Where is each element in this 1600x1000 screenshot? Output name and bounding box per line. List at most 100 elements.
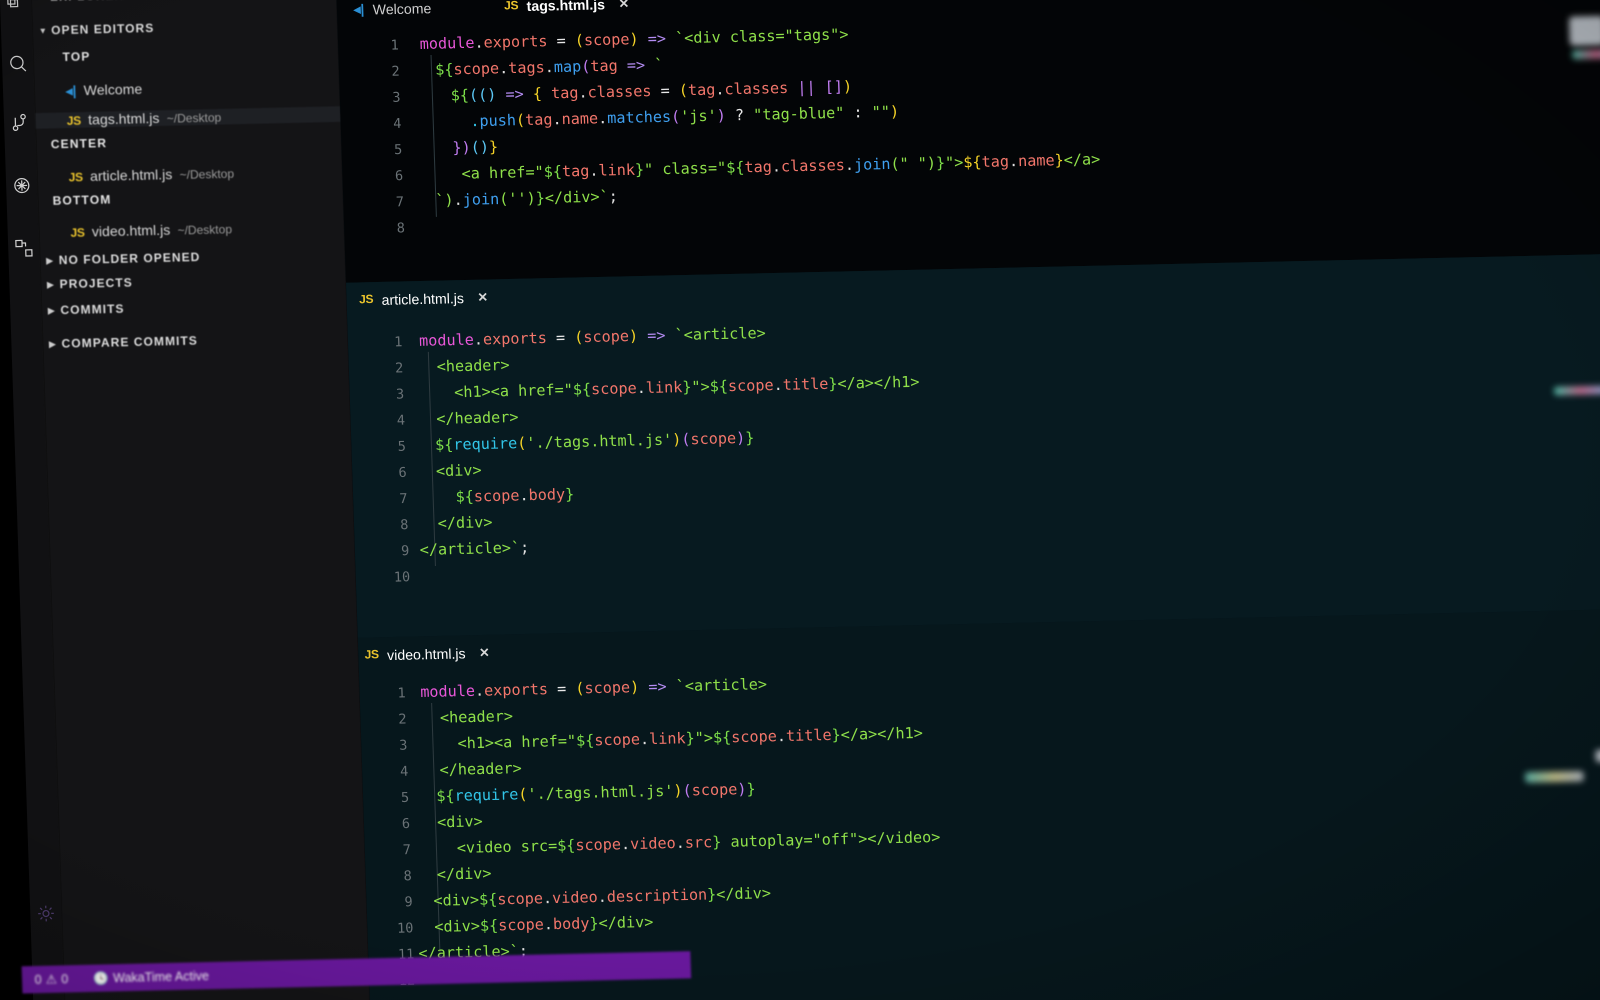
code-line[interactable]: <header> <box>436 353 510 381</box>
minimap-row <box>1572 48 1600 60</box>
vscode-icon: ◂| <box>353 1 365 18</box>
code-line[interactable]: ${scope.body} <box>455 482 574 511</box>
code-line[interactable]: </div> <box>436 862 492 889</box>
open-editor-label: article.html.js <box>89 166 173 184</box>
sidebar-section-projects[interactable]: ▶ PROJECTS <box>47 277 133 291</box>
open-editor-path: ~/Desktop <box>166 112 222 126</box>
line-number: 7 <box>399 491 408 508</box>
code-line[interactable]: `).join('')}</div>`; <box>435 185 618 215</box>
open-editor-label: tags.html.js <box>87 110 160 128</box>
settings-gear-icon[interactable] <box>32 900 60 928</box>
code-line[interactable]: <div>${scope.body}</div> <box>434 910 654 941</box>
editor-pane-top: ◂| Welcome JS tags.html.js ✕ 1 2 3 4 5 6… <box>336 0 1600 283</box>
code-line[interactable]: </header> <box>436 405 519 433</box>
line-number: 8 <box>396 220 406 237</box>
extensions-icon[interactable] <box>10 234 38 262</box>
debug-icon[interactable] <box>8 172 36 200</box>
tab-video-html-js[interactable]: JS video.html.js ✕ <box>358 635 503 674</box>
line-number: 6 <box>398 465 408 482</box>
line-number: 8 <box>400 517 409 534</box>
js-icon: JS <box>70 226 85 240</box>
clock-icon: 🕓 <box>93 970 110 986</box>
status-problems[interactable]: 0 ⚠ 0 <box>34 972 68 987</box>
warning-count: 0 <box>60 971 69 987</box>
tab-label: Welcome <box>372 0 432 18</box>
chevron-right-icon: ▶ <box>46 256 54 266</box>
line-number: 3 <box>392 90 401 107</box>
line-number: 4 <box>399 764 409 781</box>
line-number: 2 <box>398 711 407 728</box>
js-icon: JS <box>358 293 374 307</box>
sidebar-section-commits[interactable]: ▶ COMMITS <box>48 303 125 317</box>
line-number: 4 <box>392 116 402 133</box>
status-wakatime[interactable]: 🕓 WakaTime Active <box>93 968 209 985</box>
line-number: 8 <box>403 868 413 885</box>
open-editor-welcome[interactable]: ◂| Welcome <box>65 81 142 99</box>
sidebar-section-label: OPEN EDITORS <box>51 22 155 38</box>
code-line[interactable]: <h1><a href="${scope.link}">${scope.titl… <box>457 721 923 758</box>
line-number: 2 <box>391 64 400 80</box>
code-line[interactable]: <h1><a href="${scope.link}">${scope.titl… <box>454 370 920 407</box>
code-line[interactable]: module.exports = (scope) => `<article> <box>419 321 767 355</box>
code-line[interactable]: <div> <box>436 458 482 485</box>
open-editor-label: video.html.js <box>91 221 171 240</box>
tab-tags-html-js[interactable]: JS tags.html.js ✕ <box>491 0 642 24</box>
open-editor-label: Welcome <box>83 81 143 99</box>
code-line[interactable]: <header> <box>440 704 514 732</box>
open-editor-tags-html-js[interactable]: JS tags.html.js ~/Desktop <box>35 106 341 129</box>
explorer-icon[interactable] <box>2 0 30 19</box>
line-number: 1 <box>390 37 400 54</box>
tab-article-html-js[interactable]: JS article.html.js ✕ <box>346 279 501 318</box>
open-editor-article-html-js[interactable]: JS article.html.js ~/Desktop <box>68 165 234 184</box>
sidebar-section-label: PROJECTS <box>59 277 133 292</box>
tabbar-top: ◂| Welcome JS tags.html.js ✕ <box>336 0 1600 28</box>
line-number: 6 <box>394 168 404 185</box>
open-editor-path: ~/Desktop <box>179 168 235 182</box>
minimap-row <box>1554 385 1600 396</box>
open-editor-path: ~/Desktop <box>177 223 233 238</box>
explorer-sidebar: EXPLORER ▼OPEN EDITORS TOP ◂| Welcome JS… <box>31 0 372 1000</box>
open-editor-video-html-js[interactable]: JS video.html.js ~/Desktop <box>70 221 232 240</box>
close-icon[interactable]: ✕ <box>477 290 488 305</box>
line-number: 5 <box>400 790 410 807</box>
line-number: 7 <box>395 194 405 211</box>
minimap-row <box>1524 770 1584 783</box>
line-number: 4 <box>396 413 406 429</box>
line-number: 1 <box>393 334 403 351</box>
tab-label: video.html.js <box>386 645 466 663</box>
line-number: 2 <box>394 360 404 377</box>
js-icon: JS <box>364 648 379 662</box>
chevron-right-icon: ▶ <box>46 280 55 290</box>
line-number: 5 <box>397 439 407 456</box>
code-line[interactable]: })()} <box>452 135 498 162</box>
sidebar-section-no-folder-opened[interactable]: ▶ NO FOLDER OPENED <box>46 251 201 268</box>
code-line[interactable]: <div> <box>437 810 483 837</box>
code-line[interactable]: <video src=${scope.video.src} autoplay="… <box>456 825 941 862</box>
sidebar-section-open-editors[interactable]: ▼ OPEN EDITORS <box>38 22 155 38</box>
line-number: 3 <box>398 738 408 754</box>
code-line[interactable]: </header> <box>439 756 522 784</box>
code-line[interactable]: module.exports = (scope) => `<article> <box>420 672 768 706</box>
line-number: 7 <box>402 842 412 859</box>
js-icon: JS <box>66 115 82 129</box>
explorer-title: EXPLORER <box>50 0 125 4</box>
chevron-right-icon: ▶ <box>48 339 57 350</box>
code-line[interactable]: </div> <box>437 510 493 537</box>
source-control-icon[interactable] <box>6 109 34 137</box>
sidebar-section-compare-commits[interactable]: ▶ COMPARE COMMITS <box>49 335 198 351</box>
close-icon[interactable]: ✕ <box>618 0 629 11</box>
code-line[interactable]: <a href="${tag.link}" class="${tag.class… <box>461 148 1100 189</box>
chevron-down-icon: ▼ <box>38 26 49 37</box>
warning-icon: ⚠ <box>45 971 58 987</box>
minimap-glare <box>1595 748 1600 763</box>
sidebar-section-label: NO FOLDER OPENED <box>58 251 201 268</box>
minimap-glare <box>1568 15 1600 46</box>
vscode-icon: ◂| <box>65 82 77 99</box>
open-editors-group-center: CENTER <box>50 137 108 152</box>
line-number: 1 <box>397 685 406 702</box>
tab-welcome[interactable]: ◂| Welcome <box>341 0 445 28</box>
line-number: 9 <box>404 894 413 911</box>
search-icon[interactable] <box>4 49 32 77</box>
close-icon[interactable]: ✕ <box>479 645 490 660</box>
code-line[interactable]: </article>`; <box>419 536 529 565</box>
